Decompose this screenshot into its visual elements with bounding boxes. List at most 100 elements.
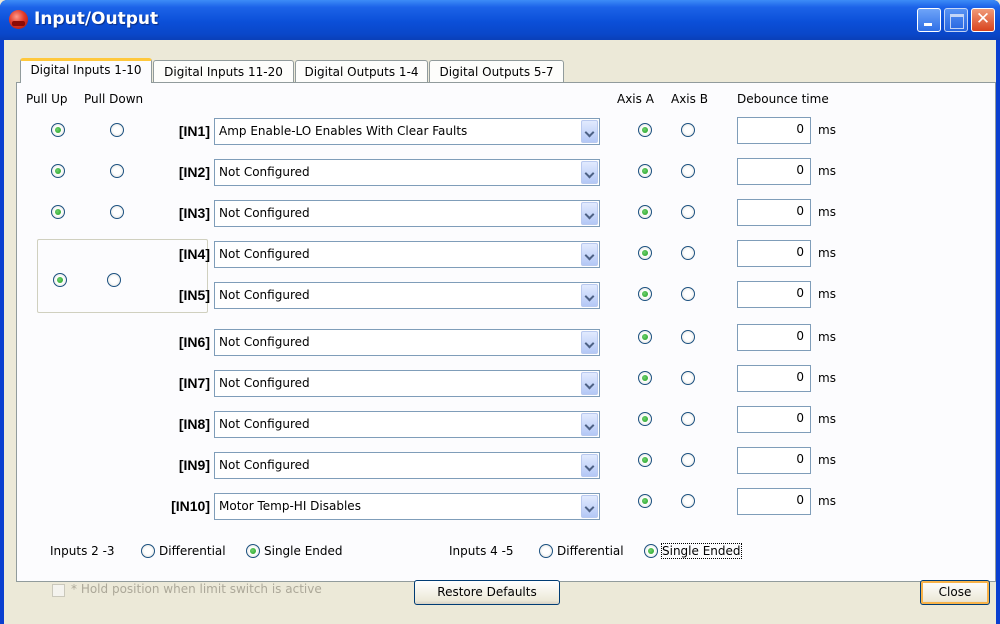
debounce-input-in2[interactable]: 0: [737, 158, 811, 185]
debounce-input-in3[interactable]: 0: [737, 199, 811, 226]
inputs-4-5-single-ended-radio[interactable]: [644, 544, 658, 558]
chevron-down-icon[interactable]: [581, 495, 598, 518]
function-value: Motor Temp-HI Disables: [219, 499, 361, 513]
axis-b-radio-in2[interactable]: [681, 164, 695, 178]
inputs-2-3-differential-radio[interactable]: [141, 544, 155, 558]
axis-a-radio-in3[interactable]: [638, 205, 652, 219]
hold-position-label: * Hold position when limit switch is act…: [71, 582, 322, 596]
chevron-down-icon[interactable]: [581, 372, 598, 395]
debounce-input-in9[interactable]: 0: [737, 447, 811, 474]
input-label: [IN2]: [178, 164, 210, 180]
title-bar[interactable]: Input/Output ✕: [0, 0, 1000, 40]
differential-label: Differential: [557, 544, 624, 558]
axis-b-radio-in3[interactable]: [681, 205, 695, 219]
axis-b-radio-in10[interactable]: [681, 494, 695, 508]
function-select-in2[interactable]: Not Configured: [214, 159, 600, 186]
input-label: [IN1]: [178, 123, 210, 139]
input-label: [IN10]: [171, 498, 210, 514]
axis-a-radio-in6[interactable]: [638, 330, 652, 344]
pull-up-radio-in2[interactable]: [51, 164, 65, 178]
minimize-button[interactable]: [917, 8, 941, 32]
function-value: Not Configured: [219, 458, 310, 472]
axis-a-radio-in9[interactable]: [638, 453, 652, 467]
axis-b-radio-in6[interactable]: [681, 330, 695, 344]
input-label: [IN3]: [178, 205, 210, 221]
function-value: Not Configured: [219, 417, 310, 431]
pull-down-radio-in2[interactable]: [110, 164, 124, 178]
inputs-4-5-label: Inputs 4 -5: [449, 544, 514, 558]
close-window-button[interactable]: ✕: [971, 8, 995, 32]
function-select-in5[interactable]: Not Configured: [214, 282, 600, 309]
pull-up-header: Pull Up: [26, 92, 68, 106]
input-label: [IN5]: [178, 287, 210, 303]
pull-up-radio-in4-in5[interactable]: [53, 273, 67, 287]
function-select-in6[interactable]: Not Configured: [214, 329, 600, 356]
pull-up-radio-in1[interactable]: [51, 123, 65, 137]
axis-b-radio-in5[interactable]: [681, 287, 695, 301]
axis-a-radio-in8[interactable]: [638, 412, 652, 426]
axis-a-radio-in7[interactable]: [638, 371, 652, 385]
chevron-down-icon[interactable]: [581, 243, 598, 266]
chevron-down-icon[interactable]: [581, 202, 598, 225]
debounce-unit: ms: [818, 330, 836, 344]
function-select-in8[interactable]: Not Configured: [214, 411, 600, 438]
tab-digital-inputs-11-20[interactable]: Digital Inputs 11-20: [153, 60, 294, 84]
debounce-input-in7[interactable]: 0: [737, 365, 811, 392]
debounce-input-in8[interactable]: 0: [737, 406, 811, 433]
function-select-in3[interactable]: Not Configured: [214, 200, 600, 227]
pull-up-radio-in3[interactable]: [51, 205, 65, 219]
chevron-down-icon[interactable]: [581, 120, 598, 143]
restore-defaults-button[interactable]: Restore Defaults: [414, 580, 560, 605]
input-label: [IN4]: [178, 246, 210, 262]
maximize-button[interactable]: [944, 8, 968, 32]
inputs-2-3-single-ended-radio[interactable]: [246, 544, 260, 558]
function-select-in1[interactable]: Amp Enable-LO Enables With Clear Faults: [214, 118, 600, 145]
axis-a-radio-in10[interactable]: [638, 494, 652, 508]
debounce-unit: ms: [818, 123, 836, 137]
chevron-down-icon[interactable]: [581, 284, 598, 307]
chevron-down-icon[interactable]: [581, 331, 598, 354]
pull-down-radio-in4-in5[interactable]: [107, 273, 121, 287]
debounce-unit: ms: [818, 164, 836, 178]
inputs-4-5-differential-radio[interactable]: [539, 544, 553, 558]
window-title: Input/Output: [34, 9, 159, 29]
tab-digital-outputs-5-7[interactable]: Digital Outputs 5-7: [429, 60, 564, 84]
debounce-input-in4[interactable]: 0: [737, 240, 811, 267]
function-value: Amp Enable-LO Enables With Clear Faults: [219, 124, 468, 138]
input-label: [IN9]: [178, 457, 210, 473]
chevron-down-icon[interactable]: [581, 454, 598, 477]
function-select-in9[interactable]: Not Configured: [214, 452, 600, 479]
function-value: Not Configured: [219, 335, 310, 349]
axis-b-radio-in9[interactable]: [681, 453, 695, 467]
axis-b-radio-in7[interactable]: [681, 371, 695, 385]
tab-digital-outputs-1-4[interactable]: Digital Outputs 1-4: [295, 60, 428, 84]
debounce-input-in6[interactable]: 0: [737, 324, 811, 351]
chevron-down-icon[interactable]: [581, 413, 598, 436]
hold-position-checkbox[interactable]: [52, 584, 65, 597]
axis-a-radio-in5[interactable]: [638, 287, 652, 301]
axis-b-radio-in1[interactable]: [681, 123, 695, 137]
debounce-input-in1[interactable]: 0: [737, 117, 811, 144]
debounce-unit: ms: [818, 246, 836, 260]
axis-a-radio-in2[interactable]: [638, 164, 652, 178]
single-ended-label: Single Ended: [264, 544, 343, 558]
app-icon: [9, 10, 28, 29]
axis-b-radio-in4[interactable]: [681, 246, 695, 260]
input-label: [IN6]: [178, 334, 210, 350]
tab-digital-inputs-1-10[interactable]: Digital Inputs 1-10: [20, 58, 152, 83]
function-select-in4[interactable]: Not Configured: [214, 241, 600, 268]
debounce-unit: ms: [818, 412, 836, 426]
pull-down-radio-in3[interactable]: [110, 205, 124, 219]
debounce-input-in10[interactable]: 0: [737, 488, 811, 515]
axis-b-radio-in8[interactable]: [681, 412, 695, 426]
function-select-in10[interactable]: Motor Temp-HI Disables: [214, 493, 600, 520]
axis-a-radio-in1[interactable]: [638, 123, 652, 137]
function-select-in7[interactable]: Not Configured: [214, 370, 600, 397]
input-label: [IN8]: [178, 416, 210, 432]
debounce-header: Debounce time: [737, 92, 829, 106]
debounce-input-in5[interactable]: 0: [737, 281, 811, 308]
chevron-down-icon[interactable]: [581, 161, 598, 184]
pull-down-radio-in1[interactable]: [110, 123, 124, 137]
close-button[interactable]: Close: [920, 580, 990, 605]
axis-a-radio-in4[interactable]: [638, 246, 652, 260]
